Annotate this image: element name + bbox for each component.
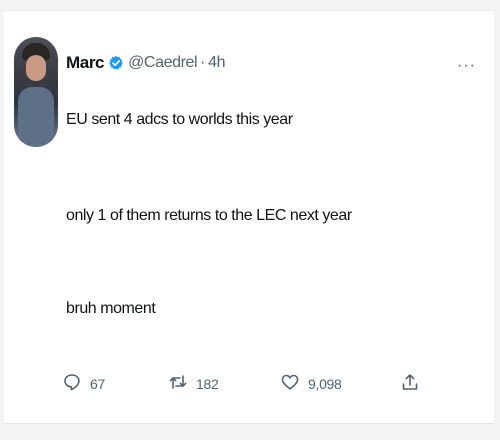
retweet-count: 182 <box>196 376 219 392</box>
tweet-header: Marc @Caedrel · 4h <box>66 51 226 75</box>
reply-count: 67 <box>90 376 105 392</box>
more-options-icon[interactable]: ··· <box>457 57 476 75</box>
tweet-actions-bar: 67 182 9,098 <box>62 371 432 397</box>
verified-badge-icon <box>108 55 124 71</box>
tweet-text-line-1: EU sent 4 adcs to worlds this year <box>66 111 293 128</box>
avatar-face <box>26 55 46 81</box>
heart-icon <box>280 372 300 397</box>
reply-button[interactable]: 67 <box>62 371 105 397</box>
retweet-button[interactable]: 182 <box>168 371 219 397</box>
page-background: Marc @Caedrel · 4h ··· EU sent 4 adcs to… <box>0 0 500 440</box>
tweet-timestamp[interactable]: 4h <box>208 54 225 72</box>
reply-icon <box>62 372 82 397</box>
like-count: 9,098 <box>308 376 342 392</box>
like-button[interactable]: 9,098 <box>280 371 342 397</box>
retweet-icon <box>168 372 188 397</box>
tweet-text-line-2: only 1 of them returns to the LEC next y… <box>66 207 352 224</box>
tweet-card[interactable]: Marc @Caedrel · 4h ··· EU sent 4 adcs to… <box>4 10 494 424</box>
share-icon <box>400 372 420 397</box>
separator-dot: · <box>200 54 206 71</box>
avatar-shirt <box>18 87 54 147</box>
author-handle[interactable]: @Caedrel <box>128 54 197 72</box>
share-button[interactable] <box>400 371 420 397</box>
tweet-text-line-3: bruh moment <box>66 300 156 317</box>
avatar[interactable] <box>14 37 58 147</box>
author-name[interactable]: Marc <box>66 53 104 73</box>
